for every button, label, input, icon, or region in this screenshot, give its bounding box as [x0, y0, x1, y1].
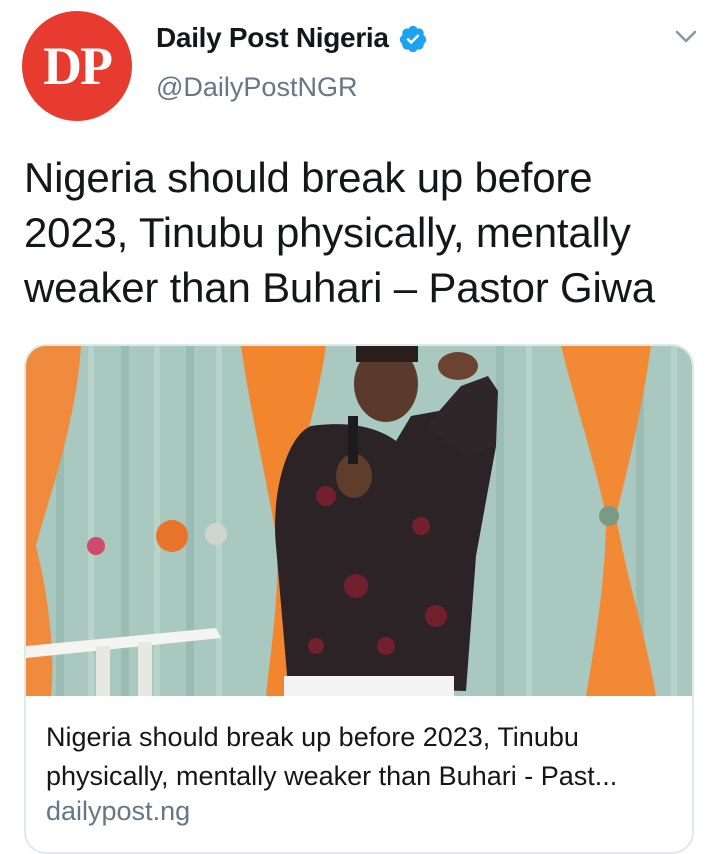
card-title[interactable]: Nigeria should break up before 2023, Tin… — [46, 718, 676, 796]
card-title-line: Nigeria should break up before 2023, Tin… — [46, 722, 579, 752]
link-preview-card[interactable]: Nigeria should break up before 2023, Tin… — [24, 344, 694, 854]
author-display-name[interactable]: Daily Post Nigeria — [156, 22, 389, 54]
verified-badge-icon — [399, 25, 427, 53]
author-handle[interactable]: @DailyPostNGR — [156, 72, 357, 103]
tweet-text-line: weaker than Buhari – Pastor Giwa — [24, 264, 655, 311]
avatar-logo-text: DP — [43, 36, 113, 96]
card-title-line: physically, mentally weaker than Buhari … — [46, 761, 618, 791]
chevron-down-icon[interactable] — [671, 26, 701, 48]
tweet-text-line: 2023, Tinubu physically, mentally — [24, 209, 631, 256]
avatar[interactable]: DP — [22, 11, 132, 121]
tweet-text: Nigeria should break up before 2023, Tin… — [24, 150, 704, 315]
card-domain[interactable]: dailypost.ng — [46, 796, 190, 827]
article-photo — [26, 346, 692, 696]
tweet-text-line: Nigeria should break up before — [24, 154, 593, 201]
